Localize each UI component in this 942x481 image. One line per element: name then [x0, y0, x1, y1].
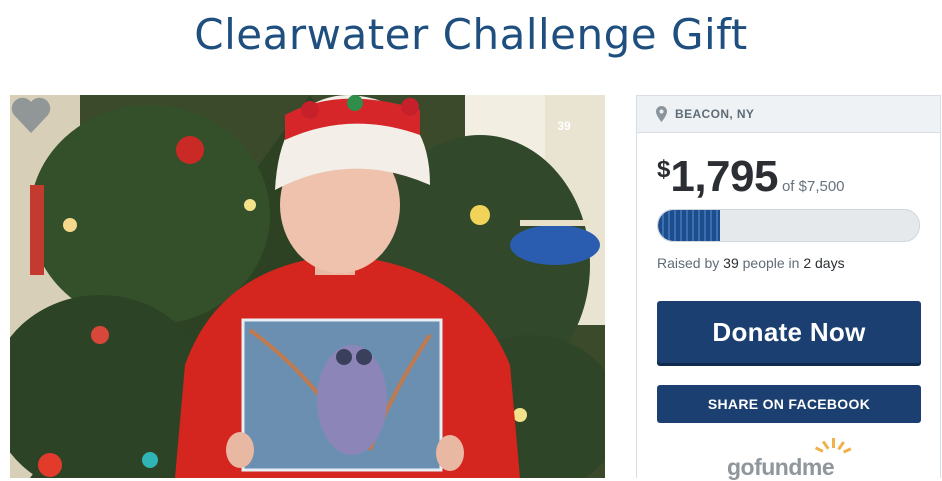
goal-text: of $7,500: [781, 178, 845, 195]
share-facebook-button[interactable]: SHARE ON FACEBOOK: [657, 385, 921, 423]
location-text: BEACON, NY: [675, 107, 755, 121]
location-bar: BEACON, NY: [637, 96, 940, 133]
progress-fill: [658, 210, 721, 241]
heart-count: 39: [557, 119, 571, 133]
donation-panel: BEACON, NY $ 1,795 of $7,500 Raised by 3…: [636, 95, 941, 480]
people-text: people in: [738, 255, 804, 271]
raised-by-text: Raised by 39 people in 2 days: [657, 255, 845, 271]
page-title: Clearwater Challenge Gift: [194, 10, 748, 59]
donate-now-button[interactable]: Donate Now: [657, 301, 921, 363]
heart-icon[interactable]: [10, 95, 52, 135]
campaign-photo: 39: [10, 95, 605, 478]
photo-illustration: [10, 95, 605, 478]
location-pin-icon: [656, 106, 667, 122]
logo-text: gofundme: [727, 454, 835, 480]
raised-prefix: Raised by: [657, 255, 724, 271]
amount-raised: $ 1,795 of $7,500: [657, 152, 845, 202]
days-text: 2 days: [803, 255, 845, 271]
raised-amount: 1,795: [670, 152, 778, 201]
progress-bar: [657, 209, 920, 242]
logo-sun-icon: [814, 438, 852, 454]
donor-count: 39: [723, 255, 739, 271]
currency-symbol: $: [657, 156, 671, 183]
gofundme-logo[interactable]: gofundme: [727, 438, 857, 480]
